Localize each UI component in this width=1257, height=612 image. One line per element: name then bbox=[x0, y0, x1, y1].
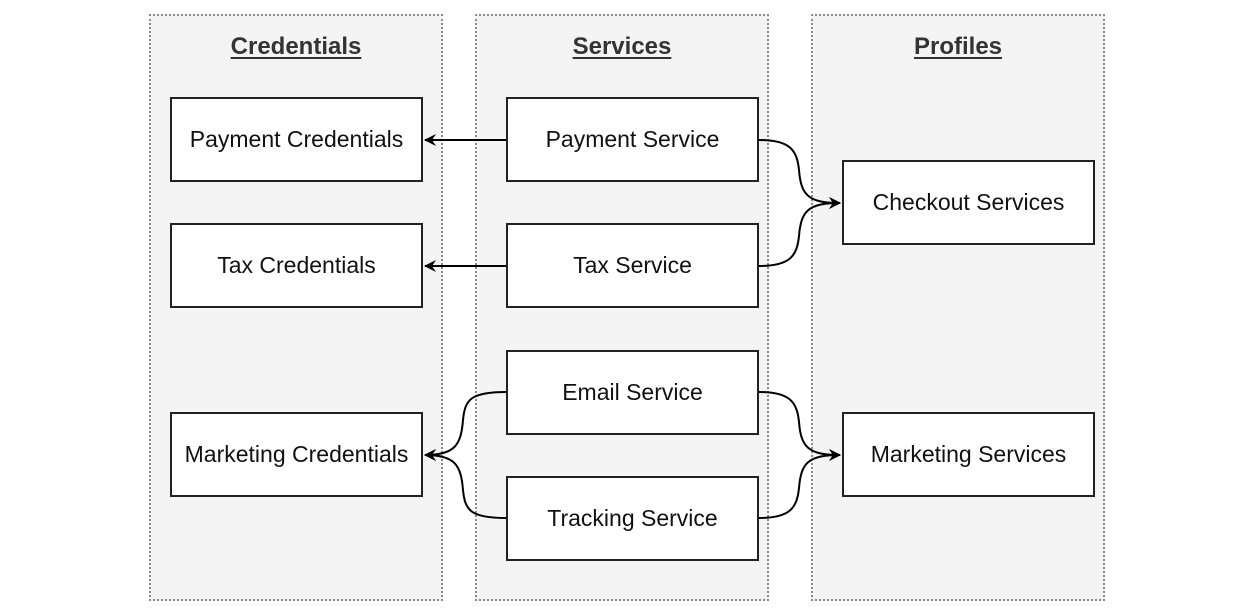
node-checkout-services[interactable]: Checkout Services bbox=[842, 160, 1095, 245]
lane-profiles: Profiles bbox=[811, 14, 1105, 601]
lane-title-profiles: Profiles bbox=[913, 33, 1003, 60]
node-payment-service[interactable]: Payment Service bbox=[506, 97, 759, 182]
node-email-service[interactable]: Email Service bbox=[506, 350, 759, 435]
node-tracking-service[interactable]: Tracking Service bbox=[506, 476, 759, 561]
node-marketing-services[interactable]: Marketing Services bbox=[842, 412, 1095, 497]
node-tax-credentials[interactable]: Tax Credentials bbox=[170, 223, 423, 308]
node-payment-credentials[interactable]: Payment Credentials bbox=[170, 97, 423, 182]
node-tax-service[interactable]: Tax Service bbox=[506, 223, 759, 308]
lane-title-credentials: Credentials bbox=[230, 33, 362, 60]
lane-title-services: Services bbox=[572, 33, 672, 60]
node-marketing-credentials[interactable]: Marketing Credentials bbox=[170, 412, 423, 497]
